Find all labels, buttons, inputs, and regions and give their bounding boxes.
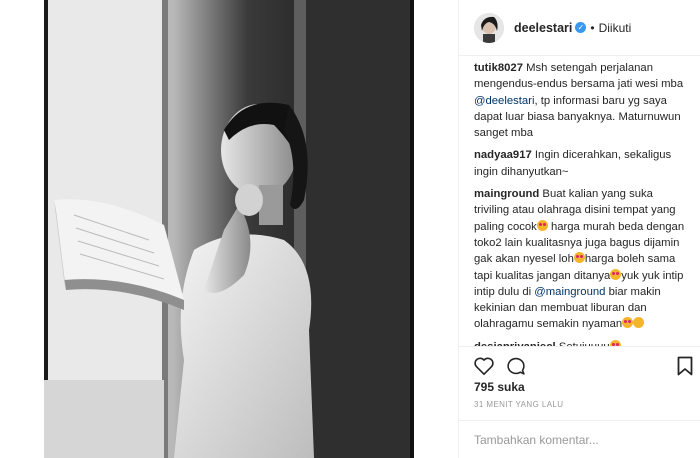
- bookmark-icon[interactable]: [677, 356, 693, 381]
- comment-bubble-icon[interactable]: [505, 356, 527, 382]
- comment-item: desiapriyaniecl Setujuuuu: [474, 339, 687, 346]
- heart-eyes-emoji-icon: [573, 252, 585, 264]
- likes-count[interactable]: 795 suka: [474, 380, 525, 394]
- avatar[interactable]: [474, 12, 504, 43]
- post-timestamp[interactable]: 31 MENIT YANG LALU: [474, 400, 563, 409]
- smile-emoji-icon: [633, 317, 645, 329]
- add-comment-input[interactable]: [474, 433, 674, 447]
- post-side-panel: deelestari ✓ • Diikuti tutik8027 Msh set…: [458, 0, 700, 458]
- comments-list: tutik8027 Msh setengah perjalanan mengen…: [459, 56, 700, 346]
- comment-item: tutik8027 Msh setengah perjalanan mengen…: [474, 60, 687, 141]
- comment-username-link[interactable]: tutik8027: [474, 62, 523, 74]
- comment-username-link[interactable]: mainground: [474, 188, 539, 200]
- comment-item: nadyaa917 Ingin dicerahkan, sekaligus in…: [474, 147, 687, 180]
- username-link[interactable]: deelestari: [514, 21, 572, 35]
- mention-link[interactable]: @mainground: [534, 286, 605, 298]
- post-header: deelestari ✓ • Diikuti: [459, 0, 700, 56]
- mention-link[interactable]: @deelestari: [474, 95, 534, 107]
- separator-dot: •: [590, 20, 595, 35]
- heart-eyes-emoji-icon: [622, 317, 634, 329]
- add-comment-bar: [459, 420, 700, 458]
- comment-username-link[interactable]: nadyaa917: [474, 149, 532, 161]
- heart-icon[interactable]: [473, 356, 495, 381]
- follow-status-button[interactable]: Diikuti: [599, 21, 632, 35]
- heart-eyes-emoji-icon: [536, 219, 548, 231]
- comment-item: mainground Buat kalian yang suka trivili…: [474, 186, 687, 333]
- post-photo[interactable]: [44, 0, 414, 458]
- heart-eyes-emoji-icon: [610, 268, 622, 280]
- verified-badge-icon: ✓: [575, 22, 587, 33]
